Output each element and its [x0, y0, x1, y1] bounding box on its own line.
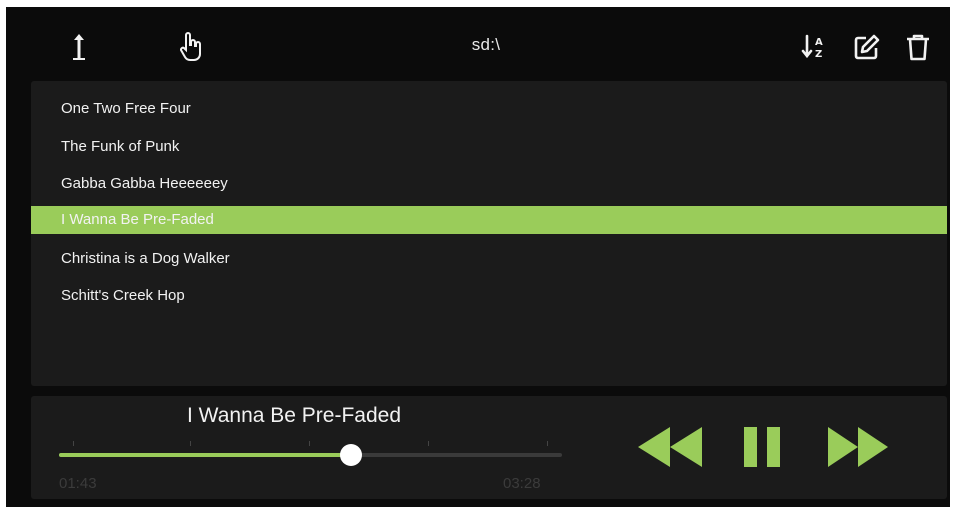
seek-handle[interactable] [339, 444, 362, 466]
edit-button[interactable] [852, 31, 882, 63]
delete-button[interactable] [903, 31, 933, 63]
seek-progress [59, 453, 351, 457]
trash-icon [907, 34, 929, 61]
now-playing-title: I Wanna Be Pre-Faded [187, 404, 401, 427]
seek-tick [190, 441, 191, 446]
pause-icon [744, 427, 780, 467]
player-panel: I Wanna Be Pre-Faded 01:43 03:28 [31, 396, 947, 499]
hand-pointer-icon [180, 32, 201, 61]
seek-tick [309, 441, 310, 446]
elapsed-time: 01:43 [59, 475, 97, 492]
seek-bar[interactable] [59, 438, 562, 472]
upload-icon [73, 34, 85, 60]
list-item-selected[interactable]: I Wanna Be Pre-Faded [31, 206, 947, 234]
rewind-icon [638, 427, 702, 467]
edit-icon [854, 34, 880, 60]
fast-forward-button[interactable] [825, 424, 891, 470]
rewind-button[interactable] [635, 424, 705, 470]
fast-forward-icon [828, 427, 888, 467]
select-button[interactable] [176, 31, 206, 63]
list-item[interactable]: Christina is a Dog Walker [31, 245, 947, 273]
sort-az-icon: A Z [801, 34, 823, 60]
current-path: sd:\ [471, 35, 501, 54]
total-time: 03:28 [503, 475, 541, 492]
list-item[interactable]: Gabba Gabba Heeeeeey [31, 170, 947, 198]
svg-text:A: A [815, 37, 823, 48]
seek-tick [547, 441, 548, 446]
seek-tick [73, 441, 74, 446]
toolbar: sd:\ A Z [6, 7, 950, 79]
player-screen: sd:\ A Z One Two Free Four The Funk of P… [6, 7, 950, 507]
pause-button[interactable] [740, 424, 784, 470]
sort-button[interactable]: A Z [800, 31, 830, 63]
svg-text:Z: Z [815, 49, 822, 60]
up-directory-button[interactable] [64, 31, 94, 63]
file-list: One Two Free Four The Funk of Punk Gabba… [31, 81, 947, 386]
seek-tick [428, 441, 429, 446]
list-item[interactable]: Schitt's Creek Hop [31, 282, 947, 310]
list-item[interactable]: The Funk of Punk [31, 133, 947, 161]
list-item[interactable]: One Two Free Four [31, 95, 947, 123]
